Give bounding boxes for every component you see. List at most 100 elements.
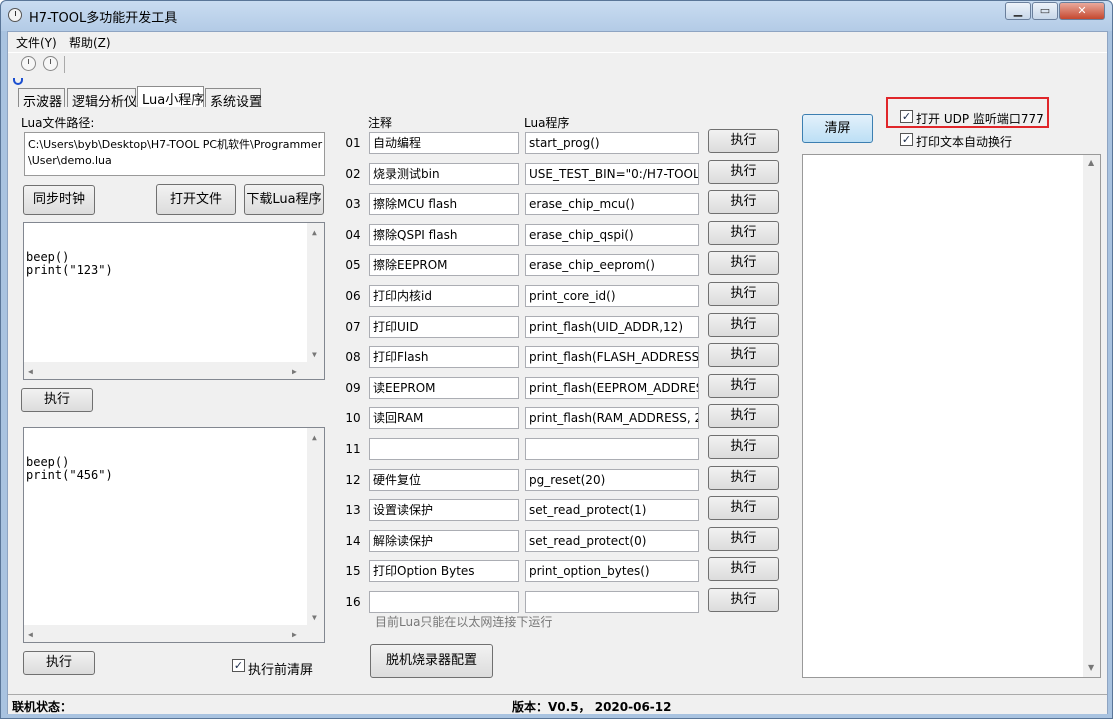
vertical-scrollbar[interactable]: ▲ ▼ <box>307 223 324 363</box>
horizontal-scrollbar[interactable]: ◀ ▶ <box>24 625 324 642</box>
clock-icon[interactable] <box>21 56 36 71</box>
scroll-up-icon[interactable]: ▲ <box>312 431 317 444</box>
row-exec-button[interactable]: 执行 <box>708 404 779 429</box>
row-prog-field[interactable]: print_flash(FLASH_ADDRESS,1024, <box>525 346 699 369</box>
open-file-button[interactable]: 打开文件 <box>156 184 236 215</box>
row-exec-button[interactable]: 执行 <box>708 343 779 368</box>
row-prog-field[interactable]: print_option_bytes() <box>525 560 699 583</box>
lua-path-label: Lua文件路径: <box>21 116 95 130</box>
sync-clock-button[interactable]: 同步时钟 <box>23 185 95 215</box>
exec-button-1[interactable]: 执行 <box>21 388 93 412</box>
row-exec-button[interactable]: 执行 <box>708 190 779 215</box>
scroll-up-icon[interactable]: ▲ <box>1088 158 1094 167</box>
download-lua-button[interactable]: 下载Lua程序 <box>244 184 324 215</box>
row-note-field[interactable]: 擦除MCU flash <box>369 193 519 216</box>
scroll-right-icon[interactable]: ▶ <box>292 628 297 641</box>
row-prog-field[interactable]: set_read_protect(0) <box>525 529 699 552</box>
row-note-field[interactable]: 擦除QSPI flash <box>369 223 519 246</box>
row-note-field[interactable] <box>369 438 519 460</box>
vertical-scrollbar[interactable]: ▲ ▼ <box>1083 155 1100 677</box>
row-prog-field[interactable]: set_read_protect(1) <box>525 499 699 522</box>
row-prog-field[interactable]: erase_chip_eeprom() <box>525 254 699 277</box>
vertical-scrollbar[interactable]: ▲ ▼ <box>307 428 324 626</box>
tab-settings[interactable]: 系统设置 <box>205 88 262 110</box>
row-number: 10 <box>345 411 361 426</box>
row-exec-button[interactable]: 执行 <box>708 159 779 184</box>
row-prog-field[interactable]: erase_chip_qspi() <box>525 223 699 246</box>
udp-highlight-box <box>886 97 1049 128</box>
auto-wrap-checkbox[interactable]: ✓ <box>900 133 913 146</box>
title-bar[interactable]: H7-TOOL多功能开发工具 ▁ ▭ ✕ <box>1 1 1112 31</box>
tab-lua[interactable]: Lua小程序 <box>137 86 204 108</box>
row-exec-button[interactable]: 执行 <box>708 435 779 459</box>
row-exec-button[interactable]: 执行 <box>708 496 779 521</box>
row-note-field[interactable]: 打印Flash <box>369 346 519 369</box>
row-exec-button[interactable]: 执行 <box>708 220 779 245</box>
script-text-1: beep() print("123") <box>26 250 113 277</box>
clock-icon[interactable] <box>43 56 58 71</box>
minimize-button[interactable]: ▁ <box>1005 2 1031 20</box>
row-note-field[interactable]: 打印UID <box>369 315 519 338</box>
row-exec-button[interactable]: 执行 <box>708 465 779 490</box>
scroll-left-icon[interactable]: ◀ <box>28 628 33 641</box>
clear-screen-button[interactable]: 清屏 <box>802 114 873 143</box>
tab-oscilloscope[interactable]: 示波器 <box>18 88 65 110</box>
offline-config-button[interactable]: 脱机烧录器配置 <box>370 644 493 678</box>
row-prog-field[interactable] <box>525 591 699 613</box>
row-prog-field[interactable]: erase_chip_mcu() <box>525 193 699 216</box>
app-window: H7-TOOL多功能开发工具 ▁ ▭ ✕ 文件(Y) 帮助(Z) 示波器 逻辑分… <box>0 0 1113 719</box>
row-note-field[interactable]: 设置读保护 <box>369 499 519 522</box>
row-number: 01 <box>345 136 361 150</box>
row-exec-button[interactable]: 执行 <box>708 526 779 551</box>
scroll-down-icon[interactable]: ▼ <box>312 348 317 361</box>
output-console[interactable]: ▲ ▼ <box>802 154 1101 678</box>
row-exec-button[interactable]: 执行 <box>708 282 779 306</box>
row-note-field[interactable]: 擦除EEPROM <box>369 254 519 277</box>
row-note-field[interactable]: 打印内核id <box>369 285 519 307</box>
row-note-field[interactable]: 打印Option Bytes <box>369 560 519 583</box>
lua-path-field[interactable]: C:\Users\byb\Desktop\H7-TOOL PC机软件\Progr… <box>24 132 325 176</box>
menu-file[interactable]: 文件(Y) <box>16 34 57 51</box>
row-number: 02 <box>345 166 361 181</box>
row-prog-field[interactable]: print_flash(RAM_ADDRESS, 256) <box>525 407 699 430</box>
row-note-field[interactable]: 读EEPROM <box>369 376 519 399</box>
maximize-button[interactable]: ▭ <box>1032 2 1058 20</box>
row-note-field[interactable]: 读回RAM <box>369 407 519 430</box>
row-prog-field[interactable]: print_flash(UID_ADDR,12) <box>525 315 699 338</box>
row-number: 07 <box>345 319 361 334</box>
scroll-right-icon[interactable]: ▶ <box>292 365 297 378</box>
row-prog-field[interactable]: print_flash(EEPROM_ADDRESS, 256 <box>525 376 699 399</box>
row-prog-field[interactable] <box>525 438 699 460</box>
row-exec-button[interactable]: 执行 <box>708 251 779 276</box>
menu-help[interactable]: 帮助(Z) <box>69 34 111 51</box>
row-prog-field[interactable]: USE_TEST_BIN="0:/H7-TOOL/Prog <box>525 162 699 185</box>
row-exec-button[interactable]: 执行 <box>708 129 779 153</box>
clear-before-exec-checkbox[interactable]: ✓ <box>232 659 245 672</box>
row-exec-button[interactable]: 执行 <box>708 588 779 612</box>
row-exec-button[interactable]: 执行 <box>708 373 779 398</box>
close-button[interactable]: ✕ <box>1059 2 1105 20</box>
row-note-field[interactable]: 烧录测试bin <box>369 162 519 185</box>
scroll-down-icon[interactable]: ▼ <box>312 611 317 624</box>
row-note-field[interactable]: 硬件复位 <box>369 468 519 491</box>
horizontal-scrollbar[interactable]: ◀ ▶ <box>24 362 324 379</box>
script-editor-2[interactable]: beep() print("456") ▲ ▼ ◀ ▶ <box>23 427 325 643</box>
tab-logic-analyzer[interactable]: 逻辑分析仪 <box>67 88 137 110</box>
row-prog-field[interactable]: print_core_id() <box>525 285 699 307</box>
row-prog-field[interactable]: start_prog() <box>525 132 699 154</box>
exec-button-2[interactable]: 执行 <box>23 651 95 675</box>
row-number: 16 <box>345 595 361 609</box>
scroll-up-icon[interactable]: ▲ <box>312 226 317 239</box>
row-note-field[interactable] <box>369 591 519 613</box>
row-note-field[interactable]: 解除读保护 <box>369 529 519 552</box>
row-number: 11 <box>345 442 361 456</box>
row-prog-field[interactable]: pg_reset(20) <box>525 468 699 491</box>
row-exec-button[interactable]: 执行 <box>708 557 779 582</box>
script-editor-1[interactable]: beep() print("123") ▲ ▼ ◀ ▶ <box>23 222 325 380</box>
toolbar-divider <box>64 56 65 73</box>
scroll-down-icon[interactable]: ▼ <box>1088 663 1094 672</box>
row-exec-button[interactable]: 执行 <box>708 312 779 337</box>
row-note-field[interactable]: 自动编程 <box>369 132 519 154</box>
scroll-left-icon[interactable]: ◀ <box>28 365 33 378</box>
row-number: 13 <box>345 503 361 518</box>
